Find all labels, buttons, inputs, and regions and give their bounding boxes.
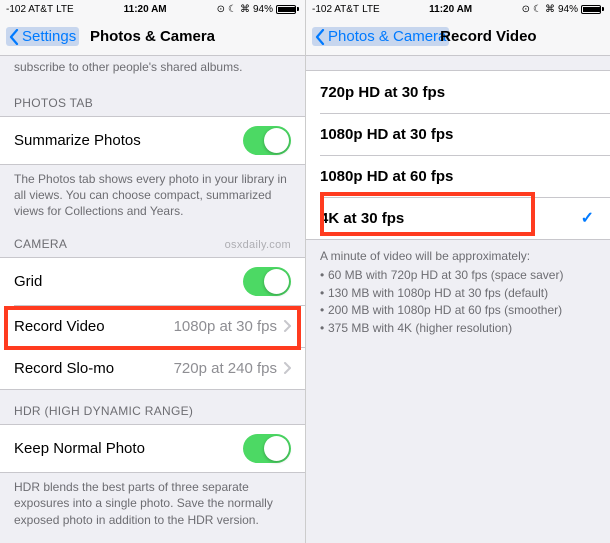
network-type: LTE — [362, 4, 380, 15]
left-screenshot: -102 AT&T LTE 11:20 AM ⊙ ☾ ⌘ 94% Setting… — [0, 0, 305, 543]
option-720p-30[interactable]: 720p HD at 30 fps — [306, 71, 610, 113]
back-label: Photos & Camera — [328, 28, 446, 45]
page-title: Photos & Camera — [90, 28, 215, 45]
network-type: LTE — [56, 4, 74, 15]
option-label: 1080p HD at 60 fps — [320, 168, 453, 185]
status-bar: -102 AT&T LTE 11:20 AM ⊙ ☾ ⌘ 94% — [306, 0, 610, 18]
carrier-signal: -102 AT&T — [312, 4, 359, 15]
alarm-icon: ⊙ — [522, 4, 530, 15]
nav-bar: Settings Photos & Camera — [0, 18, 305, 56]
record-video-content: 720p HD at 30 fps 1080p HD at 30 fps 108… — [306, 56, 610, 543]
option-label: 720p HD at 30 fps — [320, 84, 445, 101]
grid-row[interactable]: Grid — [0, 258, 305, 305]
record-slomo-row[interactable]: Record Slo-mo 720p at 240 fps — [0, 347, 305, 389]
chevron-right-icon — [283, 320, 291, 332]
watermark: osxdaily.com — [225, 239, 291, 251]
battery-percent: 94% — [253, 4, 273, 15]
hdr-footer: HDR blends the best parts of three separ… — [0, 473, 305, 532]
option-1080p-60[interactable]: 1080p HD at 60 fps — [306, 155, 610, 197]
chevron-left-icon — [315, 29, 325, 45]
bluetooth-icon: ⌘ — [240, 4, 250, 15]
battery-percent: 94% — [558, 4, 578, 15]
settings-content: subscribe to other people's shared album… — [0, 56, 305, 543]
do-not-disturb-icon: ☾ — [533, 4, 542, 15]
bluetooth-icon: ⌘ — [545, 4, 555, 15]
icloud-sharing-footer: subscribe to other people's shared album… — [0, 56, 305, 82]
keep-normal-photo-row[interactable]: Keep Normal Photo — [0, 425, 305, 472]
page-title: Record Video — [440, 28, 536, 45]
storage-footer-item: 60 MB with 720p HD at 30 fps (space save… — [320, 267, 596, 284]
status-time: 11:20 AM — [429, 4, 472, 15]
do-not-disturb-icon: ☾ — [228, 4, 237, 15]
battery-icon — [276, 5, 299, 14]
record-video-row[interactable]: Record Video 1080p at 30 fps — [0, 305, 305, 347]
battery-icon — [581, 5, 604, 14]
keep-normal-photo-toggle[interactable] — [243, 434, 291, 463]
storage-footer-item: 375 MB with 4K (higher resolution) — [320, 320, 596, 337]
option-1080p-30[interactable]: 1080p HD at 30 fps — [306, 113, 610, 155]
storage-footer: A minute of video will be approximately:… — [306, 240, 610, 343]
record-slomo-value: 720p at 240 fps — [174, 360, 277, 377]
summarize-photos-footer: The Photos tab shows every photo in your… — [0, 165, 305, 224]
back-button[interactable]: Photos & Camera — [312, 27, 449, 46]
summarize-photos-toggle[interactable] — [243, 126, 291, 155]
keep-normal-photo-label: Keep Normal Photo — [14, 440, 145, 457]
right-screenshot: -102 AT&T LTE 11:20 AM ⊙ ☾ ⌘ 94% Photos … — [305, 0, 610, 543]
option-label: 1080p HD at 30 fps — [320, 126, 453, 143]
storage-footer-header: A minute of video will be approximately: — [320, 248, 596, 265]
chevron-left-icon — [9, 29, 19, 45]
status-time: 11:20 AM — [124, 4, 167, 15]
checkmark-icon: ✓ — [581, 208, 594, 228]
hdr-header: HDR (HIGH DYNAMIC RANGE) — [0, 390, 305, 424]
carrier-signal: -102 AT&T — [6, 4, 53, 15]
grid-label: Grid — [14, 273, 42, 290]
record-slomo-label: Record Slo-mo — [14, 360, 114, 377]
option-label: 4K at 30 fps — [320, 210, 404, 227]
nav-bar: Photos & Camera Record Video — [306, 18, 610, 56]
chevron-right-icon — [283, 362, 291, 374]
record-video-value: 1080p at 30 fps — [174, 318, 277, 335]
back-label: Settings — [22, 28, 76, 45]
alarm-icon: ⊙ — [217, 4, 225, 15]
summarize-photos-row[interactable]: Summarize Photos — [0, 117, 305, 164]
summarize-photos-label: Summarize Photos — [14, 132, 141, 149]
grid-toggle[interactable] — [243, 267, 291, 296]
status-bar: -102 AT&T LTE 11:20 AM ⊙ ☾ ⌘ 94% — [0, 0, 305, 18]
record-video-label: Record Video — [14, 318, 105, 335]
photos-tab-header: PHOTOS TAB — [0, 82, 305, 116]
camera-header: CAMERA osxdaily.com — [0, 223, 305, 257]
option-4k-30[interactable]: 4K at 30 fps ✓ — [306, 197, 610, 239]
back-button[interactable]: Settings — [6, 27, 79, 46]
storage-footer-item: 200 MB with 1080p HD at 60 fps (smoother… — [320, 302, 596, 319]
storage-footer-item: 130 MB with 1080p HD at 30 fps (default) — [320, 285, 596, 302]
